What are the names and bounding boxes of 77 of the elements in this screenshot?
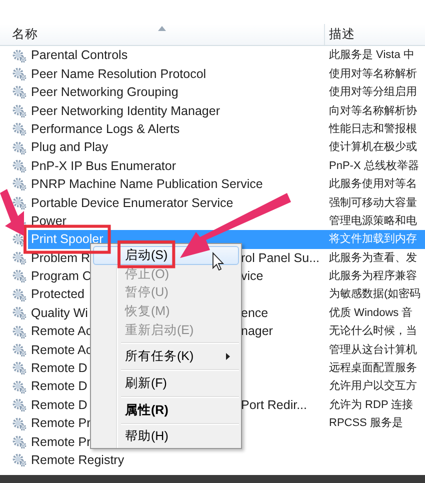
gear-icon <box>12 434 27 449</box>
service-description: 向对等名称解析协 <box>329 104 417 119</box>
service-description: 允许用户以交互方 <box>329 378 417 394</box>
service-name: Parental Controls <box>31 47 128 64</box>
gear-icon <box>12 324 27 339</box>
service-description: 此服务使用对等名 <box>329 177 417 192</box>
menu-item[interactable]: 帮助(H) <box>93 428 239 446</box>
service-name: PNRP Machine Name Publication Service <box>31 176 263 192</box>
service-name: nager <box>241 323 273 340</box>
annotation-frame <box>118 240 176 268</box>
service-name: Quality Wi <box>31 304 88 321</box>
service-description: 强制可移动大容量 <box>329 196 417 210</box>
gear-icon <box>12 269 27 284</box>
mouse-cursor-icon <box>212 252 224 271</box>
annotation-arrow <box>0 189 24 236</box>
gear-icon <box>12 398 27 412</box>
gear-icon <box>12 177 27 192</box>
service-description: 无论什么时候，当 <box>329 324 417 340</box>
gear-icon <box>12 416 27 431</box>
service-name: Protected <box>31 286 85 302</box>
menu-item[interactable]: 属性(R) <box>93 400 239 420</box>
gear-icon <box>12 122 27 136</box>
gear-icon <box>12 380 27 394</box>
service-name: Performance Logs & Alerts <box>31 120 180 137</box>
column-header[interactable]: 名称 <box>12 27 38 41</box>
gear-icon <box>12 104 27 118</box>
service-name: Remote D <box>31 360 88 376</box>
service-name: Remote Registry <box>31 452 124 468</box>
service-name: rol Panel Su... <box>241 250 320 266</box>
gear-icon <box>12 85 27 100</box>
gear-icon <box>12 159 27 174</box>
service-description: 将文件加载到内存 <box>329 232 417 248</box>
service-name: Remote Pr <box>31 415 91 432</box>
service-description: 允许为 RDP 连接 <box>329 398 414 413</box>
service-name: Problem R <box>31 250 90 266</box>
submenu-item[interactable]: 所有任务(K) <box>93 347 239 366</box>
gear-icon <box>12 342 27 357</box>
service-description: 远程桌面配置服务 <box>329 360 417 376</box>
gear-icon <box>12 361 27 376</box>
service-name: Peer Name Resolution Protocol <box>31 66 206 82</box>
service-description: 使用对等分组启用 <box>329 84 417 100</box>
service-description: 优质 Windows 音 <box>329 306 413 321</box>
service-description: 此服务为查看、发 <box>329 250 417 266</box>
service-description: 此服务是 Vista 中 <box>329 48 414 64</box>
gear-icon <box>12 306 27 320</box>
submenu-arrow-icon <box>226 353 230 360</box>
service-description: 管理从这台计算机 <box>329 342 417 358</box>
service-name: Peer Networking Grouping <box>31 84 178 100</box>
gear-icon <box>12 196 27 210</box>
column-header[interactable]: 描述 <box>329 27 355 41</box>
service-description: 此服务为程序兼容 <box>329 268 417 284</box>
service-description: 管理电源策略和电 <box>329 214 417 229</box>
service-description: 使计算机在极少或 <box>329 140 417 156</box>
gear-icon <box>12 140 27 155</box>
gear-icon <box>12 67 27 82</box>
service-name: Power <box>31 212 66 229</box>
service-description: RPCSS 服务是 <box>329 416 403 432</box>
service-name: Remote D <box>31 396 88 413</box>
service-name: Remote Pr <box>31 434 91 450</box>
service-name: Plug and Play <box>31 139 108 156</box>
service-description: 使用对等名称解析 <box>329 66 417 82</box>
service-name: Remote D <box>31 378 88 394</box>
service-description: 性能日志和警报根 <box>329 122 417 137</box>
gear-icon <box>12 251 27 265</box>
gear-icon <box>12 453 27 468</box>
service-name: Portable Device Enumerator Service <box>31 194 234 210</box>
service-name: vice <box>241 268 264 284</box>
service-name: ence <box>241 304 268 321</box>
menu-item[interactable]: 刷新(F) <box>93 374 239 393</box>
service-description: PnP-X 总线枚举器 <box>329 158 419 174</box>
service-name: PnP-X IP Bus Enumerator <box>31 158 176 174</box>
gear-icon <box>12 288 27 302</box>
service-name: Peer Networking Identity Manager <box>31 102 220 119</box>
gear-icon <box>12 48 27 63</box>
service-name: Print Spooler <box>31 231 104 248</box>
service-description: 为敏感数据(如密码 <box>329 286 421 302</box>
service-name: Port Redir... <box>241 396 307 413</box>
